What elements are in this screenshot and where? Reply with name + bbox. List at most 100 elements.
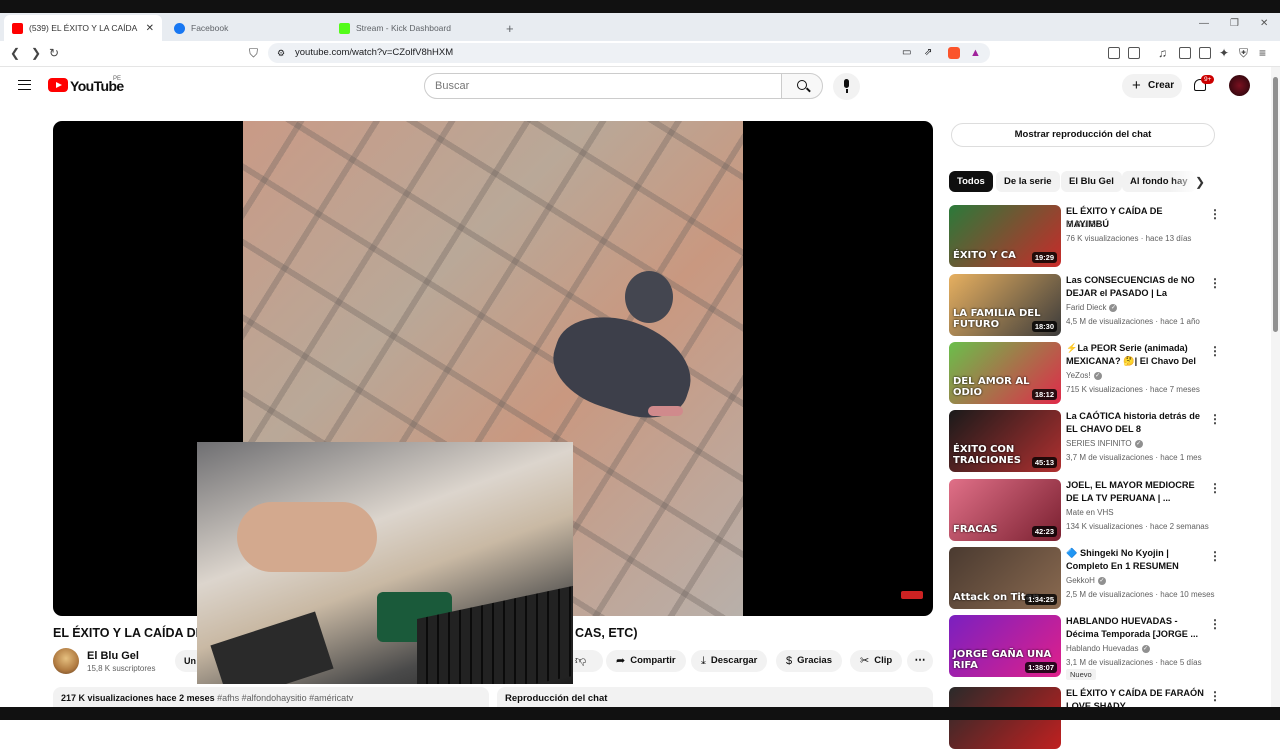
clip-button[interactable]: ✂ Clip <box>850 650 903 672</box>
kebab-menu-icon[interactable]: ⋮ <box>1209 412 1221 426</box>
browser-tabstrip: (539) EL ÉXITO Y LA CAÍDA DE ✕ Facebook … <box>0 13 1280 41</box>
video-duration: 1:38:07 <box>1025 662 1057 673</box>
recommended-channel[interactable]: Farid Dieck ✓ <box>1066 303 1118 312</box>
ai-assistant-icon[interactable]: ✦ <box>1219 46 1229 60</box>
media-icon[interactable]: ♫ <box>1158 46 1167 60</box>
channel-avatar[interactable] <box>53 648 79 674</box>
recommended-video[interactable]: ÉXITO Y CA 19:29 EL ÉXITO Y CAÍDA DE MAYIM… <box>949 205 1221 267</box>
join-button[interactable]: Un <box>175 650 199 672</box>
new-tab-button[interactable]: + <box>498 15 518 41</box>
kebab-menu-icon[interactable]: ⋮ <box>1209 276 1221 290</box>
reload-icon[interactable]: ↻ <box>49 46 59 60</box>
search-button[interactable] <box>781 73 823 99</box>
account-avatar[interactable] <box>1229 75 1250 96</box>
video-thumbnail[interactable]: ÉXITO Y CA 19:29 <box>949 205 1061 267</box>
url-text: youtube.com/watch?v=CZolfV8hHXM <box>295 47 454 58</box>
video-thumbnail[interactable]: FRACAS 42:23 <box>949 479 1061 541</box>
minimize-icon[interactable]: — <box>1199 18 1209 29</box>
voice-search-icon[interactable] <box>833 73 860 100</box>
channel-name[interactable]: El Blu Gel <box>87 650 139 662</box>
video-thumbnail[interactable]: ÉXITO CON TRAICIONES 45:13 <box>949 410 1061 472</box>
show-chat-replay-button[interactable]: Mostrar reproducción del chat <box>951 123 1215 147</box>
hashtags[interactable]: #afhs #alfondohaysitio #américatv <box>217 693 353 703</box>
create-button[interactable]: + Crear <box>1122 74 1182 98</box>
forward-icon[interactable]: ❯ <box>31 46 41 60</box>
video-thumbnail[interactable]: JORGE GAÑA UNA RIFA 1:38:07 <box>949 615 1061 677</box>
thumbnail-text: FRACAS <box>953 524 998 535</box>
kebab-menu-icon[interactable]: ⋮ <box>1209 617 1221 631</box>
kebab-menu-icon[interactable]: ⋮ <box>1209 689 1221 703</box>
recommended-meta: 2,5 M de visualizaciones · hace 10 meses <box>1066 590 1215 599</box>
kebab-menu-icon[interactable]: ⋮ <box>1209 549 1221 563</box>
chip-channel[interactable]: El Blu Gel <box>1061 171 1122 192</box>
new-badge: Nuevo <box>1066 669 1096 680</box>
thanks-button[interactable]: $ Gracias <box>776 650 842 672</box>
recommended-video[interactable]: LA FAMILIA DEL FUTURO 18:30 Las CONSECUENC… <box>949 274 1221 336</box>
verified-icon: ✓ <box>1134 439 1143 448</box>
recommended-video-title[interactable]: La CAÓTICA historia detrás de EL CHAVO D… <box>1066 410 1206 436</box>
video-thumbnail[interactable]: Attack on Titan 1:34:25 <box>949 547 1061 609</box>
video-thumbnail[interactable]: DEL AMOR AL ODIO 18:12 <box>949 342 1061 404</box>
recommended-meta: 3,1 M de visualizaciones · hace 5 días <box>1066 658 1202 667</box>
chip-all[interactable]: Todos <box>949 171 993 192</box>
site-settings-icon[interactable]: ⚙ <box>277 43 285 63</box>
dislike-button[interactable]: 👎︎ <box>573 650 603 672</box>
share-page-icon[interactable]: ⇗ <box>924 43 932 63</box>
back-icon[interactable]: ❮ <box>10 46 20 60</box>
download-button[interactable]: ⤓ Descargar <box>691 650 768 672</box>
more-actions-icon[interactable]: ⋯ <box>907 650 933 672</box>
youtube-logo-icon[interactable] <box>48 78 68 92</box>
recommended-video-title[interactable]: ⚡La PEOR Serie (animada) MEXICANA? 🤔| El… <box>1066 342 1206 369</box>
wallet-icon[interactable] <box>1199 47 1211 59</box>
hamburger-menu-icon[interactable] <box>18 80 31 90</box>
menu-icon[interactable]: ≡ <box>1259 46 1266 60</box>
page-scrollbar[interactable] <box>1271 67 1280 707</box>
url-bar[interactable]: ⚙ youtube.com/watch?v=CZolfV8hHXM ▭ ⇗ ▲ <box>268 43 990 63</box>
sidebar-icon[interactable] <box>1179 47 1191 59</box>
maximize-icon[interactable]: ❐ <box>1230 18 1239 29</box>
bookmark-icon[interactable]: ⛉ <box>249 46 258 61</box>
recommended-video[interactable]: JORGE GAÑA UNA RIFA 1:38:07 HABLANDO HUEVA… <box>949 615 1221 680</box>
recommended-video-title[interactable]: JOEL, EL MAYOR MEDIOCRE DE LA TV PERUANA… <box>1066 479 1206 505</box>
recommended-video[interactable]: FRACAS 42:23 JOEL, EL MAYOR MEDIOCRE DE LA… <box>949 479 1221 541</box>
close-window-icon[interactable]: ✕ <box>1260 18 1268 29</box>
recommended-video-title[interactable]: HABLANDO HUEVADAS - Décima Temporada [JO… <box>1066 615 1206 641</box>
install-app-icon[interactable]: ▭ <box>902 43 911 63</box>
recommended-video-title[interactable]: 🔷 Shingeki No Kyojin | Completo En 1 RES… <box>1066 547 1206 573</box>
tab-facebook[interactable]: Facebook <box>166 15 331 41</box>
vpn-icon[interactable]: ⛨ <box>1239 46 1248 61</box>
recommended-meta: 134 K visualizaciones · hace 2 semanas <box>1066 522 1209 531</box>
scrollbar-thumb[interactable] <box>1273 77 1278 332</box>
thanks-icon: $ <box>786 655 793 667</box>
search-input[interactable]: Buscar <box>424 73 782 99</box>
recommended-channel[interactable]: El Blu Gel <box>1066 220 1102 229</box>
recommended-channel[interactable]: Mate en VHS <box>1066 508 1114 517</box>
recommended-meta: 3,7 M de visualizaciones · hace 1 mes <box>1066 453 1202 462</box>
kebab-menu-icon[interactable]: ⋮ <box>1209 344 1221 358</box>
recommended-channel[interactable]: SERIES INFINITO ✓ <box>1066 439 1143 448</box>
screenshot-icon[interactable] <box>1128 47 1140 59</box>
brave-rewards-icon[interactable]: ▲ <box>970 43 981 63</box>
recommended-video[interactable]: DEL AMOR AL ODIO 18:12 ⚡La PEOR Serie (ani… <box>949 342 1221 404</box>
brave-shield-icon[interactable] <box>948 47 960 59</box>
video-thumbnail[interactable]: LA FAMILIA DEL FUTURO 18:30 <box>949 274 1061 336</box>
recommended-video[interactable]: ÉXITO CON TRAICIONES 45:13 La CAÓTICA hist… <box>949 410 1221 472</box>
recommended-meta: 715 K visualizaciones · hace 7 meses <box>1066 385 1200 394</box>
tab-youtube[interactable]: (539) EL ÉXITO Y LA CAÍDA DE ✕ <box>4 15 162 41</box>
thumbs-down-icon: 👎︎ <box>575 655 587 667</box>
tab-title: Facebook <box>191 23 229 33</box>
share-button[interactable]: ➦ Compartir <box>606 650 686 672</box>
chip-series[interactable]: De la serie <box>996 171 1060 192</box>
tab-kick[interactable]: Stream - Kick Dashboard <box>331 15 496 41</box>
recommended-channel[interactable]: YeZos! ✓ <box>1066 371 1102 380</box>
recommended-channel[interactable]: GekkoH ✓ <box>1066 576 1106 585</box>
close-tab-icon[interactable]: ✕ <box>146 23 154 34</box>
recommended-video[interactable]: Attack on Titan 1:34:25 🔷 Shingeki No Kyoj… <box>949 547 1221 609</box>
chips-next-icon[interactable]: ❯ <box>1195 175 1205 189</box>
recommended-video-title[interactable]: Las CONSECUENCIAS de NO DEJAR el PASADO … <box>1066 274 1206 301</box>
kebab-menu-icon[interactable]: ⋮ <box>1209 207 1221 221</box>
extensions-icon[interactable] <box>1108 47 1120 59</box>
kebab-menu-icon[interactable]: ⋮ <box>1209 481 1221 495</box>
scissors-icon: ✂ <box>860 655 870 667</box>
recommended-channel[interactable]: Hablando Huevadas ✓ <box>1066 644 1150 653</box>
